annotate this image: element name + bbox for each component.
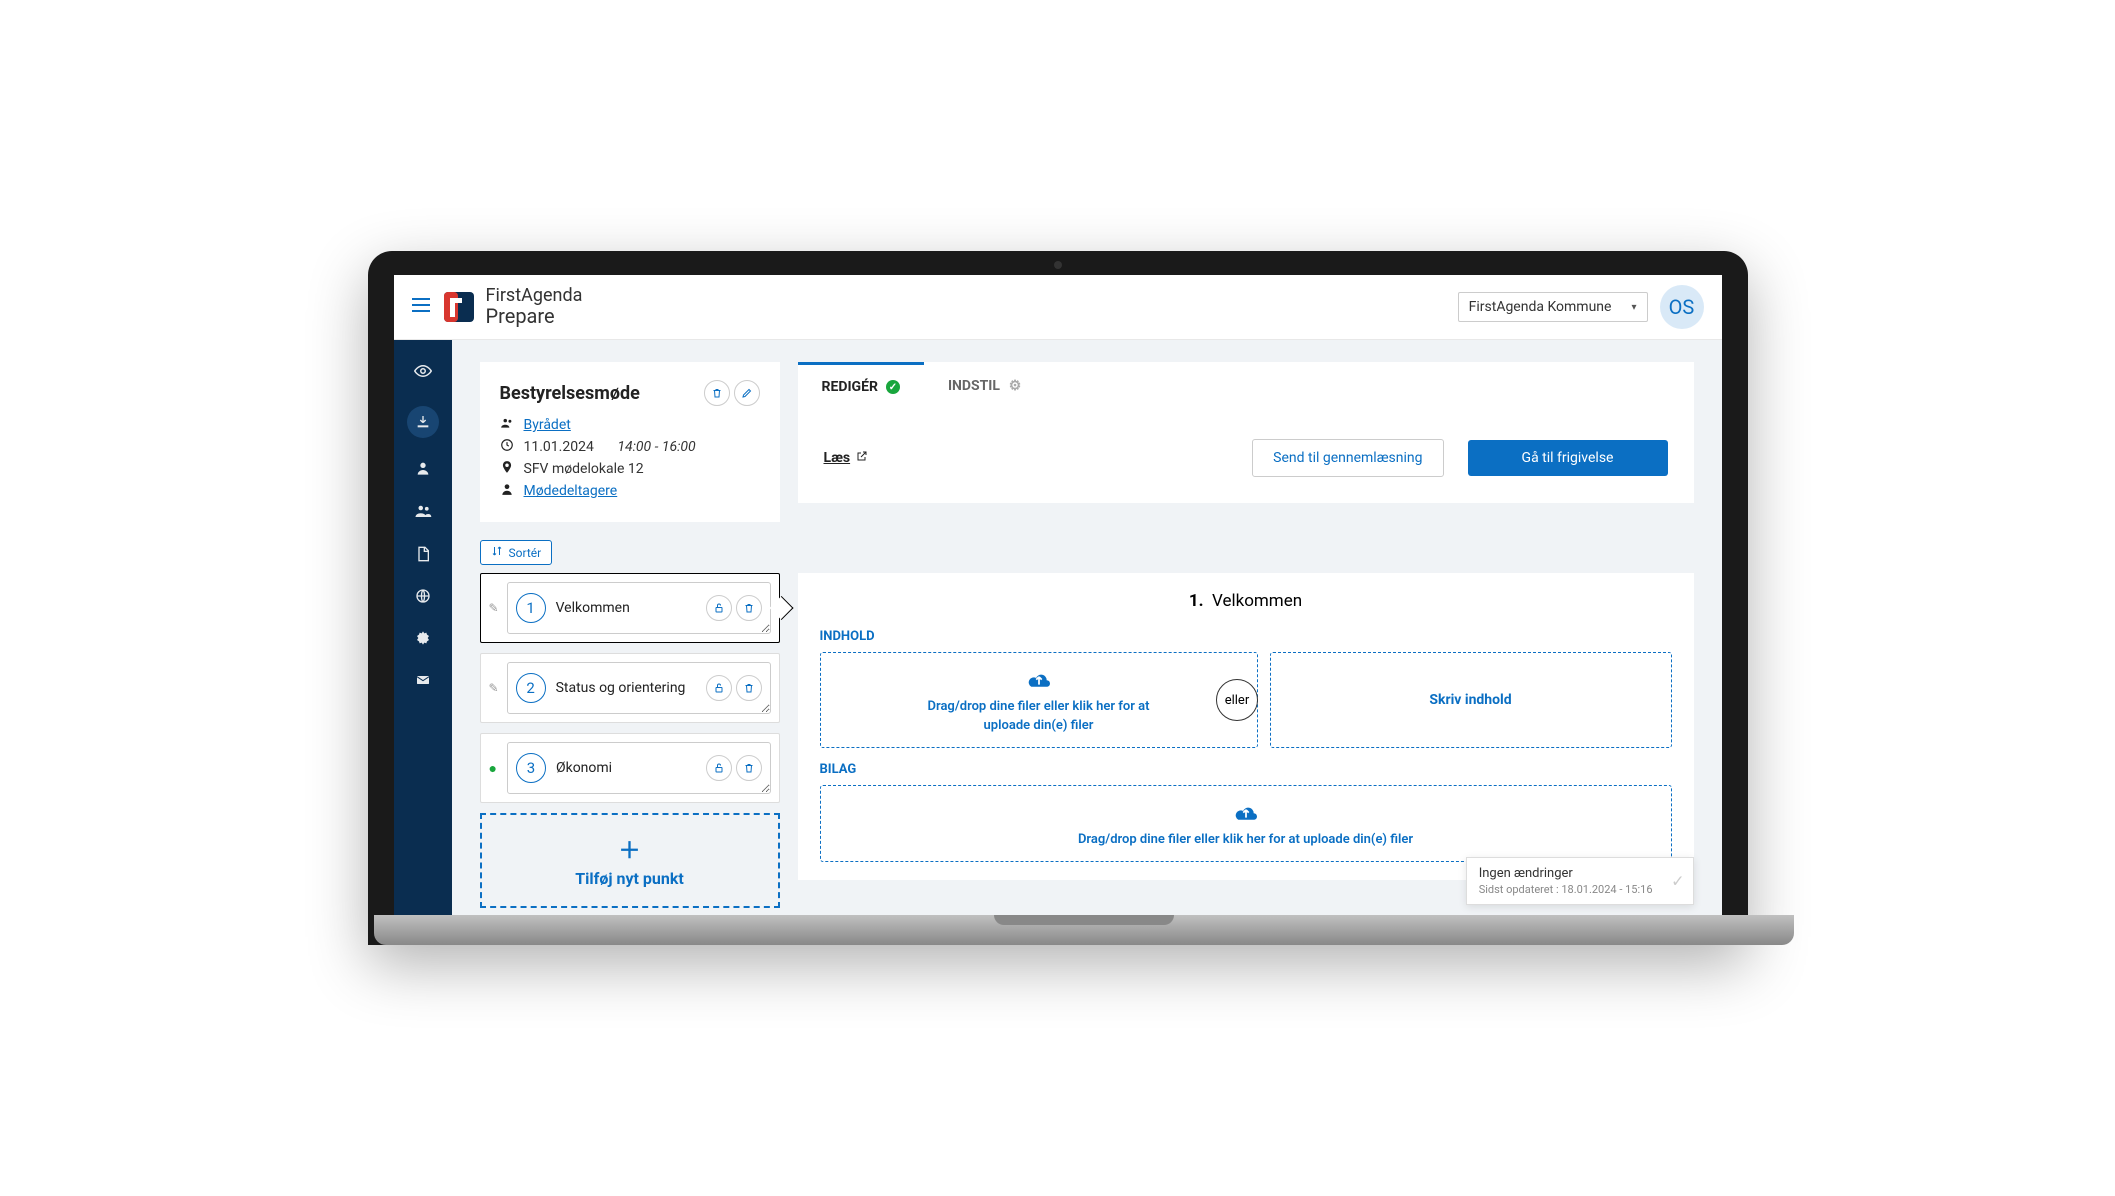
nav-users-icon[interactable] — [414, 502, 432, 524]
user-icon — [500, 482, 514, 500]
users-icon — [500, 416, 514, 434]
top-bar: FirstAgenda Prepare FirstAgenda Kommune … — [394, 275, 1722, 340]
agenda-list: ✎ 1 Velkommen — [480, 573, 780, 908]
gear-icon: ⚙ — [1008, 379, 1022, 393]
agenda-title: Status og orientering — [556, 680, 686, 697]
nav-eye-icon[interactable] — [414, 362, 432, 384]
org-selector[interactable]: FirstAgenda Kommune ▾ — [1458, 292, 1648, 322]
delete-item-button[interactable] — [736, 675, 762, 701]
clock-icon — [500, 438, 514, 456]
agenda-item-3[interactable]: ● 3 Økonomi — [480, 733, 780, 803]
nav-user-icon[interactable] — [415, 460, 431, 480]
hamburger-icon[interactable] — [412, 297, 430, 318]
laptop-base — [374, 915, 1794, 945]
sort-icon — [491, 545, 503, 560]
org-selected-label: FirstAgenda Kommune — [1469, 299, 1612, 315]
check-circle-icon: ✓ — [886, 380, 900, 394]
user-avatar[interactable]: OS — [1660, 285, 1704, 329]
unlock-button[interactable] — [706, 755, 732, 781]
or-divider: eller — [1216, 679, 1258, 721]
toast-title: Ingen ændringer — [1479, 866, 1653, 881]
agenda-title: Økonomi — [556, 760, 612, 777]
agenda-number: 2 — [516, 673, 546, 703]
edit-meeting-button[interactable] — [734, 380, 760, 406]
avatar-initials: OS — [1669, 295, 1695, 319]
check-icon: ● — [489, 760, 497, 777]
meeting-title: Bestyrelsesmøde — [500, 383, 640, 404]
main-content: Bestyrelsesmøde Byrådet 11.01.2024 14:00… — [452, 340, 1722, 915]
tab-settings[interactable]: INDSTIL⚙ — [924, 362, 1046, 409]
agenda-title: Velkommen — [556, 600, 630, 617]
unlock-button[interactable] — [706, 595, 732, 621]
sort-button[interactable]: Sortér — [480, 540, 553, 565]
detail-panel: 1. Velkommen INDHOLD Drag/drop dine file… — [798, 573, 1694, 880]
add-item-button[interactable]: ＋ Tilføj nyt punkt — [480, 813, 780, 908]
read-link[interactable]: Læs — [824, 450, 869, 466]
go-release-button[interactable]: Gå til frigivelse — [1468, 440, 1668, 476]
detail-title: Velkommen — [1212, 591, 1302, 611]
nav-download-icon[interactable] — [407, 406, 439, 438]
meeting-time: 14:00 - 16:00 — [617, 439, 695, 455]
toast-subtitle: Sidst opdateret : 18.01.2024 - 15:16 — [1479, 883, 1653, 896]
meeting-date: 11.01.2024 — [524, 439, 594, 455]
side-nav — [394, 340, 452, 915]
send-review-button[interactable]: Send til gennemlæsning — [1252, 439, 1443, 477]
unlock-button[interactable] — [706, 675, 732, 701]
nav-mail-icon[interactable] — [415, 672, 431, 692]
section-content-label: INDHOLD — [820, 629, 1672, 644]
tabs-card: REDIGÉR✓ INDSTIL⚙ Læs Send til gennemlæs… — [798, 362, 1694, 503]
nav-globe-icon[interactable] — [415, 588, 431, 608]
write-content-button[interactable]: Skriv indhold — [1270, 652, 1672, 748]
save-status-toast: Ingen ændringer Sidst opdateret : 18.01.… — [1466, 857, 1694, 905]
nav-file-pdf-icon[interactable] — [415, 546, 431, 566]
camera-dot — [1054, 261, 1062, 269]
agenda-item-1[interactable]: ✎ 1 Velkommen — [480, 573, 780, 643]
meeting-location: SFV mødelokale 12 — [524, 461, 644, 477]
agenda-number: 3 — [516, 753, 546, 783]
drag-handle-icon[interactable]: ✎ — [489, 601, 499, 615]
logo: FirstAgenda Prepare — [442, 287, 583, 327]
cloud-upload-icon — [839, 667, 1239, 695]
detail-number: 1. — [1189, 591, 1204, 611]
pin-icon — [500, 460, 514, 478]
participants-link[interactable]: Mødedeltagere — [524, 483, 618, 499]
external-link-icon — [856, 450, 868, 466]
agenda-item-2[interactable]: ✎ 2 Status og orientering — [480, 653, 780, 723]
delete-meeting-button[interactable] — [704, 380, 730, 406]
drag-handle-icon[interactable]: ✎ — [489, 681, 499, 695]
logo-mark-icon — [442, 290, 476, 324]
chevron-down-icon: ▾ — [1631, 302, 1636, 313]
section-attachments-label: BILAG — [820, 762, 1672, 777]
nav-settings-icon[interactable] — [415, 630, 431, 650]
check-icon: ✓ — [1671, 872, 1684, 891]
content-dropzone[interactable]: Drag/drop dine filer eller klik her for … — [820, 652, 1258, 748]
plus-icon: ＋ — [500, 833, 760, 865]
delete-item-button[interactable] — [736, 755, 762, 781]
cloud-upload-icon — [839, 800, 1653, 828]
tab-edit[interactable]: REDIGÉR✓ — [798, 362, 924, 409]
agenda-number: 1 — [516, 593, 546, 623]
product-name-2: Prepare — [486, 306, 583, 327]
meeting-card: Bestyrelsesmøde Byrådet 11.01.2024 14:00… — [480, 362, 780, 522]
delete-item-button[interactable] — [736, 595, 762, 621]
committee-link[interactable]: Byrådet — [524, 417, 571, 433]
attachments-dropzone[interactable]: Drag/drop dine filer eller klik her for … — [820, 785, 1672, 862]
